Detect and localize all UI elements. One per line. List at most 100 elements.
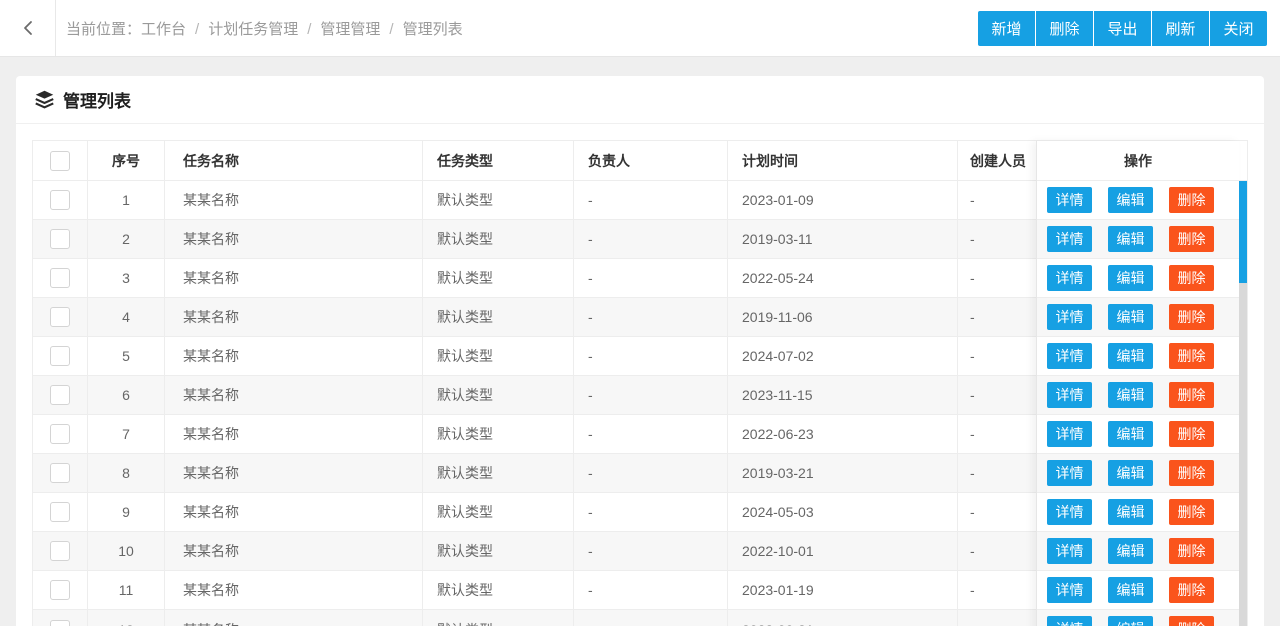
row-owner-cell: -	[574, 532, 728, 570]
row-delete-button[interactable]: 删除	[1169, 382, 1214, 408]
edit-button[interactable]: 编辑	[1108, 499, 1153, 525]
edit-button[interactable]: 编辑	[1108, 382, 1153, 408]
add-button[interactable]: 新增	[978, 11, 1035, 46]
row-checkbox-cell	[33, 571, 88, 609]
detail-button[interactable]: 详情	[1047, 265, 1092, 291]
edit-button[interactable]: 编辑	[1108, 538, 1153, 564]
breadcrumb-item-3[interactable]: 管理管理	[320, 21, 380, 38]
row-plan-time-cell: 2019-11-06	[728, 298, 958, 336]
edit-button[interactable]: 编辑	[1108, 460, 1153, 486]
row-plan-time-cell: 2024-05-03	[728, 493, 958, 531]
operations-body: 详情 编辑 删除 详情 编辑 删除 详情 编辑 删除 详情 编辑 删除 详情 编辑 删除 详情 编辑 删除 详情 编辑…	[1037, 181, 1239, 626]
col-header-time: 计划时间	[728, 141, 958, 180]
row-checkbox[interactable]	[50, 385, 70, 405]
row-checkbox[interactable]	[50, 424, 70, 444]
row-checkbox[interactable]	[50, 502, 70, 522]
edit-button[interactable]: 编辑	[1108, 187, 1153, 213]
row-name-cell: 某某名称	[165, 337, 423, 375]
breadcrumb-prefix: 当前位置：	[66, 20, 142, 38]
detail-button[interactable]: 详情	[1047, 343, 1092, 369]
scrollbar-thumb[interactable]	[1239, 181, 1247, 283]
row-checkbox[interactable]	[50, 229, 70, 249]
breadcrumb-item-2[interactable]: 计划任务管理	[208, 21, 298, 38]
detail-button[interactable]: 详情	[1047, 538, 1092, 564]
row-type-cell: 默认类型	[423, 454, 574, 492]
row-checkbox[interactable]	[50, 541, 70, 561]
page-title: 管理列表	[63, 92, 131, 111]
row-name-cell: 某某名称	[165, 259, 423, 297]
row-type-cell: 默认类型	[423, 532, 574, 570]
row-delete-button[interactable]: 删除	[1169, 499, 1214, 525]
row-checkbox[interactable]	[50, 463, 70, 483]
vertical-scrollbar[interactable]	[1239, 181, 1247, 626]
row-delete-button[interactable]: 删除	[1169, 616, 1214, 626]
row-delete-button[interactable]: 删除	[1169, 226, 1214, 252]
export-button[interactable]: 导出	[1094, 11, 1151, 46]
close-button[interactable]: 关闭	[1210, 11, 1267, 46]
row-checkbox[interactable]	[50, 190, 70, 210]
detail-button[interactable]: 详情	[1047, 499, 1092, 525]
breadcrumb-item-1[interactable]: 工作台	[141, 21, 186, 38]
row-type-cell: 默认类型	[423, 610, 574, 626]
edit-button[interactable]: 编辑	[1108, 343, 1153, 369]
edit-button[interactable]: 编辑	[1108, 577, 1153, 603]
row-delete-button[interactable]: 删除	[1169, 343, 1214, 369]
row-owner-cell: -	[574, 454, 728, 492]
detail-button[interactable]: 详情	[1047, 382, 1092, 408]
detail-button[interactable]: 详情	[1047, 304, 1092, 330]
row-plan-time-cell: 2023-01-09	[728, 181, 958, 219]
row-name-cell: 某某名称	[165, 454, 423, 492]
edit-button[interactable]: 编辑	[1108, 304, 1153, 330]
row-delete-button[interactable]: 删除	[1169, 577, 1214, 603]
breadcrumb-items: 工作台 / 计划任务管理 / 管理管理 / 管理列表	[141, 18, 463, 39]
data-table: 序号 任务名称 任务类型 负责人 计划时间 创建人员 1 某某名称 默认类型 -202…	[32, 140, 1248, 626]
row-owner-cell: -	[574, 298, 728, 336]
detail-button[interactable]: 详情	[1047, 187, 1092, 213]
refresh-button[interactable]: 刷新	[1152, 11, 1209, 46]
row-type-cell: 默认类型	[423, 259, 574, 297]
row-delete-button[interactable]: 删除	[1169, 187, 1214, 213]
card-body: 序号 任务名称 任务类型 负责人 计划时间 创建人员 1 某某名称 默认类型 -202…	[16, 124, 1264, 626]
row-name-cell: 某某名称	[165, 298, 423, 336]
row-delete-button[interactable]: 删除	[1169, 265, 1214, 291]
row-plan-time-cell: 2022-06-23	[728, 415, 958, 453]
row-index-cell: 7	[88, 415, 165, 453]
edit-button[interactable]: 编辑	[1108, 616, 1153, 626]
detail-button[interactable]: 详情	[1047, 616, 1092, 626]
row-checkbox[interactable]	[50, 619, 70, 626]
row-checkbox[interactable]	[50, 346, 70, 366]
detail-button[interactable]: 详情	[1047, 577, 1092, 603]
breadcrumb-separator: /	[195, 20, 200, 38]
row-checkbox-cell	[33, 415, 88, 453]
row-checkbox-cell	[33, 493, 88, 531]
row-operations: 详情编辑删除	[1037, 493, 1239, 532]
row-index-cell: 1	[88, 181, 165, 219]
edit-button[interactable]: 编辑	[1108, 421, 1153, 447]
row-plan-time-cell: 2019-03-21	[728, 454, 958, 492]
detail-button[interactable]: 详情	[1047, 421, 1092, 447]
row-owner-cell: -	[574, 415, 728, 453]
row-checkbox[interactable]	[50, 307, 70, 327]
row-delete-button[interactable]: 删除	[1169, 538, 1214, 564]
row-delete-button[interactable]: 删除	[1169, 421, 1214, 447]
card-header: 管理列表	[16, 76, 1264, 124]
row-checkbox[interactable]	[50, 580, 70, 600]
select-all-checkbox[interactable]	[50, 150, 70, 171]
row-checkbox[interactable]	[50, 268, 70, 288]
row-operations: 详情编辑删除	[1037, 376, 1239, 415]
row-delete-button[interactable]: 删除	[1169, 460, 1214, 486]
row-operations: 详情编辑删除	[1037, 259, 1239, 298]
breadcrumb: 当前位置： 工作台 / 计划任务管理 / 管理管理 / 管理列表	[66, 18, 463, 39]
chevron-left-icon	[23, 21, 32, 35]
row-index-cell: 11	[88, 571, 165, 609]
edit-button[interactable]: 编辑	[1108, 226, 1153, 252]
row-checkbox-cell	[33, 454, 88, 492]
row-index-cell: 2	[88, 220, 165, 258]
row-delete-button[interactable]: 删除	[1169, 304, 1214, 330]
back-button[interactable]	[0, 0, 56, 56]
row-name-cell: 某某名称	[165, 415, 423, 453]
delete-button[interactable]: 删除	[1036, 11, 1093, 46]
detail-button[interactable]: 详情	[1047, 460, 1092, 486]
edit-button[interactable]: 编辑	[1108, 265, 1153, 291]
detail-button[interactable]: 详情	[1047, 226, 1092, 252]
